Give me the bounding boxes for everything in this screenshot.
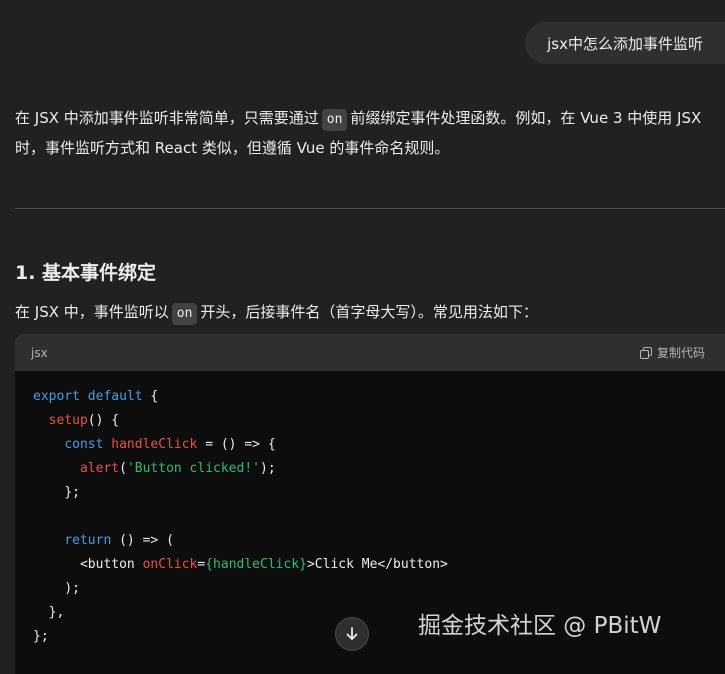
- scroll-to-bottom-button[interactable]: [335, 617, 369, 651]
- copy-code-button[interactable]: 复制代码: [639, 344, 705, 361]
- user-message-text: jsx中怎么添加事件监听: [547, 34, 703, 53]
- intro-paragraph: 在 JSX 中添加事件监听非常简单，只需要通过 on 前缀绑定事件处理函数。例如，在…: [15, 103, 720, 163]
- inline-code-on-2: on: [171, 303, 198, 325]
- inline-code-on: on: [321, 109, 348, 131]
- code-header: jsx 复制代码: [15, 334, 725, 371]
- copy-code-label: 复制代码: [656, 346, 705, 360]
- watermark: 掘金技术社区 @ PBitW: [418, 613, 662, 639]
- intro-text-1: 在 JSX 中添加事件监听非常简单，只需要通过: [15, 109, 319, 127]
- section-heading: 1. 基本事件绑定: [15, 262, 157, 284]
- code-language-label: jsx: [31, 345, 48, 360]
- section-text-1: 在 JSX 中，事件监听以: [15, 303, 169, 321]
- arrow-down-icon: [346, 627, 358, 640]
- divider: [15, 208, 725, 209]
- section-paragraph: 在 JSX 中，事件监听以 on 开头，后接事件名（首字母大写）。常见用法如下：: [15, 297, 720, 327]
- copy-icon: [639, 346, 652, 359]
- user-message-bubble: jsx中怎么添加事件监听: [525, 22, 725, 64]
- section-text-2: 开头，后接事件名（首字母大写）。常见用法如下：: [200, 303, 538, 321]
